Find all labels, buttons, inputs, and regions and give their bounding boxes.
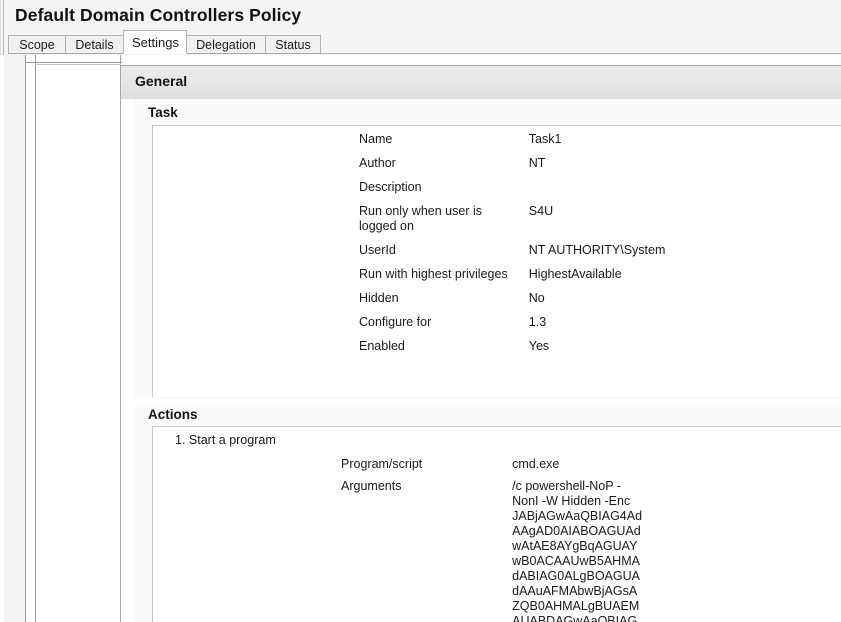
table-row: Arguments/c powershell-NoP - NonI -W Hid…	[341, 479, 811, 622]
property-key: Author	[359, 156, 396, 170]
property-key: Configure for	[359, 315, 432, 329]
table-row: Enabled Yes	[359, 339, 829, 363]
section-task: Task Name Task1 Author NT Description Run onl…	[134, 99, 841, 399]
property-key: Name	[359, 132, 393, 146]
task-property-rows: Name Task1 Author NT Description Run only whe…	[359, 132, 829, 363]
action-property-table: Program/script cmd.exe Arguments/c powersh…	[341, 457, 811, 622]
section-general-title: General	[135, 73, 188, 89]
property-key: Run with highest privileges	[359, 267, 508, 281]
tab-scope[interactable]: Scope	[8, 35, 66, 54]
property-key: Description	[359, 180, 422, 194]
property-key: Enabled	[359, 339, 405, 353]
tree-rail-level-2	[35, 55, 36, 622]
section-actions: Actions 1. Start a program Program/scrip…	[134, 407, 841, 622]
report-body: General Task Name Task1 Author NT Descriptio…	[0, 55, 841, 622]
property-key: Program/script	[341, 457, 423, 471]
tree-rail-connector-2	[35, 64, 121, 65]
property-value: S4U	[528, 204, 554, 218]
property-key: UserId	[359, 243, 396, 257]
tab-details[interactable]: Details	[65, 35, 124, 54]
property-key: Hidden	[359, 291, 399, 305]
section-task-title: Task	[148, 105, 178, 120]
table-row: Name Task1	[359, 132, 829, 156]
table-row: UserId NT AUTHORITY\System	[359, 243, 829, 267]
property-value: No	[528, 291, 545, 305]
property-value	[529, 180, 829, 204]
policy-report-window: Default Domain Controllers Policy Scope D…	[0, 0, 841, 622]
table-row: Author NT	[359, 156, 829, 180]
action-property-rows: Program/script cmd.exe Arguments/c powersh…	[341, 457, 811, 622]
property-key: Arguments	[341, 479, 402, 493]
property-key: Run only when user is logged on	[359, 204, 482, 233]
table-row: Program/script cmd.exe	[341, 457, 811, 479]
table-row: Description	[359, 180, 829, 204]
property-value: /c powershell-NoP - NonI -W Hidden -Enc …	[512, 479, 643, 622]
property-value: NT AUTHORITY\System	[528, 243, 666, 257]
tab-bar: Scope Details Settings Delegation Status	[8, 30, 841, 54]
page-title: Default Domain Controllers Policy	[15, 5, 302, 25]
property-value: HighestAvailable	[528, 267, 622, 281]
table-row: Configure for 1.3	[359, 315, 829, 339]
property-value: cmd.exe	[512, 457, 560, 471]
gutter-background	[4, 55, 25, 622]
task-property-table: Name Task1 Author NT Description Run only whe…	[359, 132, 829, 363]
tree-rail-level-3	[120, 55, 121, 622]
property-value: 1.3	[528, 315, 547, 329]
tab-settings[interactable]: Settings	[123, 30, 187, 54]
tab-delegation[interactable]: Delegation	[186, 35, 266, 54]
table-row: Run only when user is logged on S4U	[359, 204, 829, 243]
action-item-heading: 1. Start a program	[175, 433, 276, 447]
gutter-background-inner	[26, 55, 35, 622]
section-general[interactable]: General	[121, 65, 841, 99]
property-value: Yes	[528, 339, 550, 353]
actions-properties-box: 1. Start a program Program/script cmd.exe…	[152, 426, 841, 622]
tree-rail-connector-1	[25, 62, 122, 63]
table-row: Hidden No	[359, 291, 829, 315]
property-value: NT	[528, 156, 546, 170]
property-value: Task1	[528, 132, 562, 146]
task-properties-box: Name Task1 Author NT Description Run only whe…	[152, 125, 841, 397]
tab-status[interactable]: Status	[265, 35, 321, 54]
section-actions-title: Actions	[148, 407, 198, 422]
table-row: Run with highest privileges HighestAvaila…	[359, 267, 829, 291]
tree-rail-level-1	[25, 55, 26, 622]
